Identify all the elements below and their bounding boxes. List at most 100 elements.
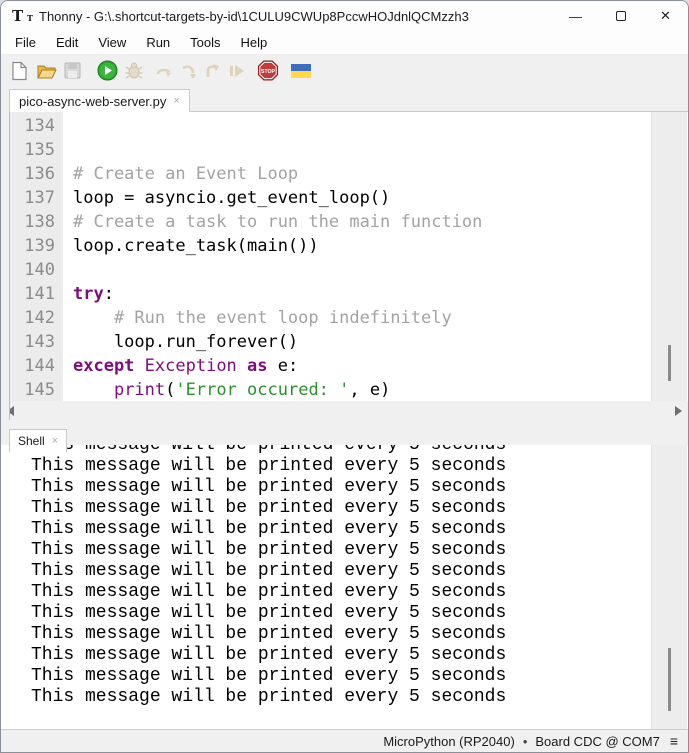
shell-line: This message will be printed every 5 sec… bbox=[10, 477, 651, 498]
stop-button[interactable]: STOP bbox=[257, 60, 279, 82]
ukraine-flag-button[interactable] bbox=[290, 60, 312, 82]
tab-pico-async-web-server[interactable]: pico-async-web-server.py × bbox=[9, 89, 190, 112]
code-line: loop.run_forever() bbox=[73, 330, 651, 354]
shell-pane[interactable]: This message will be printed every 5 sec… bbox=[1, 445, 688, 729]
editor-vertical-scrollbar[interactable] bbox=[651, 112, 687, 401]
backend-menu-icon[interactable]: ≡ bbox=[670, 733, 678, 749]
tab-shell[interactable]: Shell × bbox=[9, 429, 67, 452]
port-status[interactable]: Board CDC @ COM7 bbox=[535, 734, 659, 749]
minimize-button[interactable]: — bbox=[553, 1, 598, 31]
editor-left-border bbox=[1, 110, 10, 420]
shell-line: This message will be printed every 5 sec… bbox=[10, 445, 651, 456]
scroll-right-arrow-icon[interactable] bbox=[675, 406, 682, 416]
line-number: 136 bbox=[10, 162, 63, 186]
code-line: try: bbox=[73, 282, 651, 306]
code-line bbox=[73, 138, 651, 162]
step-into-button[interactable] bbox=[178, 60, 200, 82]
debug-button[interactable] bbox=[123, 60, 145, 82]
line-number: 137 bbox=[10, 186, 63, 210]
menu-bar: File Edit View Run Tools Help bbox=[1, 31, 688, 54]
interpreter-status[interactable]: MicroPython (RP2040) bbox=[383, 734, 515, 749]
shell-line: This message will be printed every 5 sec… bbox=[10, 498, 651, 519]
menu-view[interactable]: View bbox=[88, 33, 136, 52]
line-number: 135 bbox=[10, 138, 63, 162]
run-play-icon bbox=[97, 60, 118, 81]
svg-text:STOP: STOP bbox=[261, 69, 276, 75]
code-line: # Create a task to run the main function bbox=[73, 210, 651, 234]
status-separator: • bbox=[523, 734, 528, 749]
step-over-icon bbox=[155, 61, 175, 81]
new-file-icon bbox=[10, 61, 29, 81]
line-number: 138 bbox=[10, 210, 63, 234]
title-bar: TT Thonny - G:\.shortcut-targets-by-id\1… bbox=[1, 1, 688, 31]
run-button[interactable] bbox=[96, 60, 118, 82]
menu-tools[interactable]: Tools bbox=[180, 33, 230, 52]
debug-bug-icon bbox=[124, 61, 144, 81]
step-out-icon bbox=[203, 61, 223, 81]
code-line bbox=[73, 258, 651, 282]
shell-tab-label: Shell bbox=[18, 434, 45, 448]
close-button[interactable]: ✕ bbox=[643, 1, 688, 31]
code-line: loop = asyncio.get_event_loop() bbox=[73, 186, 651, 210]
code-line bbox=[73, 114, 651, 138]
toolbar: STOP bbox=[1, 54, 688, 87]
menu-file[interactable]: File bbox=[5, 33, 46, 52]
line-number: 143 bbox=[10, 330, 63, 354]
code-line: # Create an Event Loop bbox=[73, 162, 651, 186]
shell-tab-close-icon[interactable]: × bbox=[52, 435, 58, 447]
menu-help[interactable]: Help bbox=[231, 33, 278, 52]
save-file-button[interactable] bbox=[61, 60, 83, 82]
thonny-window: TT Thonny - G:\.shortcut-targets-by-id\1… bbox=[0, 0, 689, 753]
maximize-button[interactable] bbox=[598, 1, 643, 31]
code-line: # Run the event loop indefinitely bbox=[73, 306, 651, 330]
step-over-button[interactable] bbox=[154, 60, 176, 82]
shell-line: This message will be printed every 5 sec… bbox=[10, 582, 651, 603]
shell-output-lines: This message will be printed every 5 sec… bbox=[10, 445, 651, 708]
line-number: 140 bbox=[10, 258, 63, 282]
editor-scroll-thumb[interactable] bbox=[668, 345, 671, 381]
shell-vertical-scrollbar[interactable] bbox=[651, 445, 687, 729]
shell-scroll-thumb[interactable] bbox=[668, 648, 671, 711]
maximize-icon bbox=[616, 11, 626, 21]
line-number: 144 bbox=[10, 354, 63, 378]
shell-output[interactable]: This message will be printed every 5 sec… bbox=[10, 445, 651, 729]
status-bar: MicroPython (RP2040) • Board CDC @ COM7 … bbox=[1, 729, 688, 752]
line-number: 134 bbox=[10, 114, 63, 138]
minimize-icon: — bbox=[569, 9, 582, 24]
shell-line: This message will be printed every 5 sec… bbox=[10, 540, 651, 561]
editor-pane[interactable]: 134135136137138139140141142143144145 # C… bbox=[1, 111, 688, 401]
tab-label: pico-async-web-server.py bbox=[19, 94, 166, 109]
shell-line: This message will be printed every 5 sec… bbox=[10, 645, 651, 666]
code-line: print('Error occured: ', e) bbox=[73, 378, 651, 401]
code-line: except Exception as e: bbox=[73, 354, 651, 378]
step-out-button[interactable] bbox=[202, 60, 224, 82]
line-number: 139 bbox=[10, 234, 63, 258]
shell-line: This message will be printed every 5 sec… bbox=[10, 603, 651, 624]
window-controls: — ✕ bbox=[553, 1, 688, 31]
shell-line: This message will be printed every 5 sec… bbox=[10, 687, 651, 708]
close-icon: ✕ bbox=[660, 8, 671, 24]
shell-line: This message will be printed every 5 sec… bbox=[10, 456, 651, 477]
new-file-button[interactable] bbox=[8, 60, 30, 82]
shell-line: This message will be printed every 5 sec… bbox=[10, 561, 651, 582]
resume-button[interactable] bbox=[226, 60, 248, 82]
editor-horizontal-scrollbar[interactable] bbox=[1, 401, 688, 420]
line-number: 145 bbox=[10, 378, 63, 402]
editor-code[interactable]: # Create an Event Looploop = asyncio.get… bbox=[63, 112, 651, 401]
ukraine-flag-icon bbox=[291, 64, 311, 78]
pane-divider[interactable] bbox=[1, 420, 688, 428]
window-title: Thonny - G:\.shortcut-targets-by-id\1CUL… bbox=[39, 9, 469, 24]
resume-play-icon bbox=[227, 61, 247, 81]
editor-tab-bar: pico-async-web-server.py × bbox=[1, 87, 688, 111]
save-floppy-icon bbox=[63, 61, 82, 80]
line-number: 141 bbox=[10, 282, 63, 306]
thonny-app-icon: TT bbox=[12, 8, 29, 25]
shell-tab-bar bbox=[1, 428, 688, 445]
menu-run[interactable]: Run bbox=[136, 33, 180, 52]
open-file-button[interactable] bbox=[35, 60, 57, 82]
code-line: loop.create_task(main()) bbox=[73, 234, 651, 258]
menu-edit[interactable]: Edit bbox=[46, 33, 88, 52]
shell-line: This message will be printed every 5 sec… bbox=[10, 624, 651, 645]
tab-close-icon[interactable]: × bbox=[173, 95, 179, 107]
editor-gutter: 134135136137138139140141142143144145 bbox=[10, 112, 63, 401]
